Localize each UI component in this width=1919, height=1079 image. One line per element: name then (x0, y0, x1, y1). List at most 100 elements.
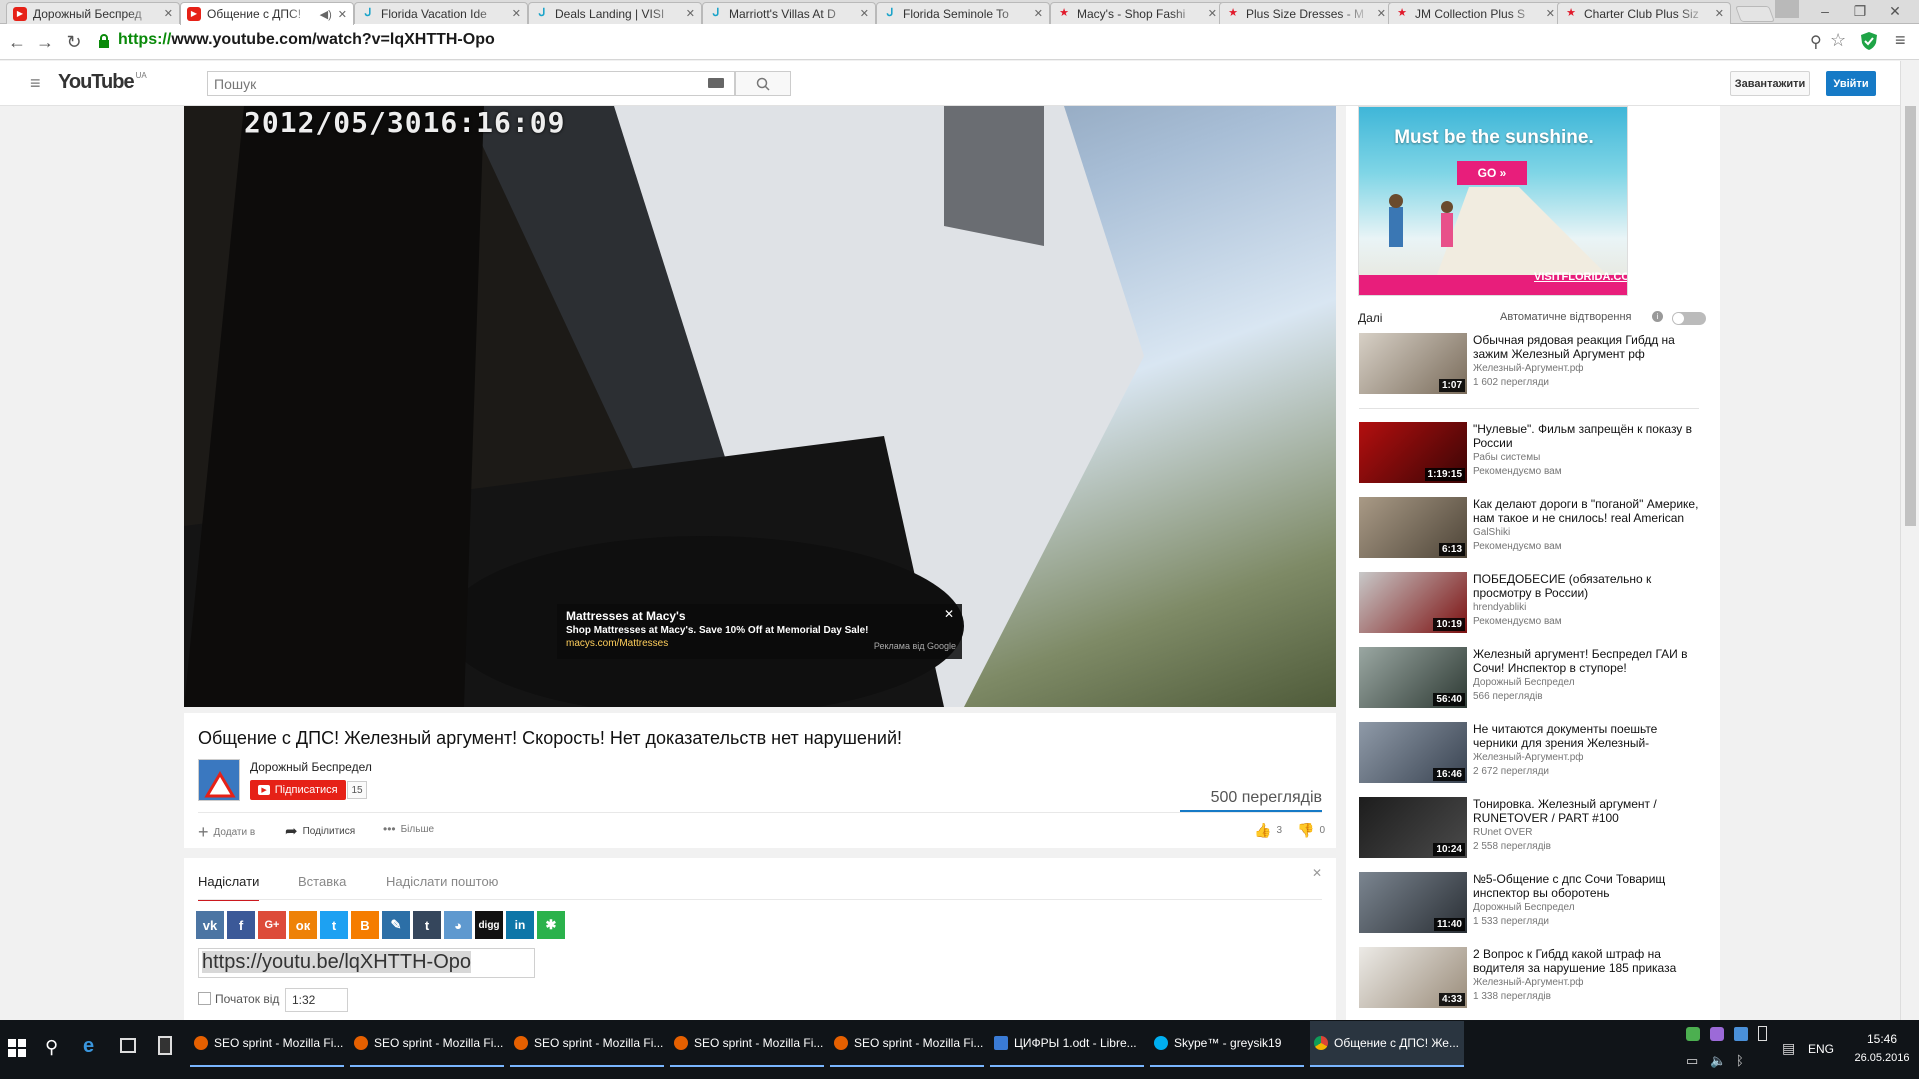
back-icon[interactable]: ← (5, 30, 29, 54)
video-thumbnail[interactable]: 6:13 (1359, 497, 1467, 558)
browser-tab[interactable]: ᒍ Deals Landing | VISI ✕ (528, 2, 702, 24)
guide-menu-icon[interactable]: ≡ (30, 73, 41, 94)
tab-email[interactable]: Надіслати поштою (386, 874, 498, 889)
rec-title[interactable]: "Нулевые". Фильм запрещён к показу в Рос… (1473, 422, 1703, 450)
rec-title[interactable]: Не читаются документы поешьте черники дл… (1473, 722, 1703, 750)
close-tab-icon[interactable]: ✕ (1377, 7, 1386, 20)
taskbar-item[interactable]: ЦИФРЫ 1.odt - Libre... (990, 1021, 1144, 1067)
recommended-video[interactable]: 6:13 Как делают дороги в "поганой" Амери… (1359, 497, 1699, 563)
close-window-icon[interactable]: ✕ (1880, 0, 1910, 22)
close-ad-icon[interactable]: ✕ (944, 607, 954, 621)
tray-app-icon[interactable] (1710, 1027, 1724, 1041)
minimize-icon[interactable]: – (1810, 0, 1840, 22)
tray-app-icon[interactable] (1686, 1027, 1700, 1041)
browser-tab[interactable]: ᒍ Florida Seminole To ✕ (876, 2, 1050, 24)
search-button[interactable] (735, 71, 791, 96)
ad-title[interactable]: Mattresses at Macy's (566, 609, 953, 623)
browser-tab[interactable]: ᒍ Florida Vacation Ide ✕ (354, 2, 528, 24)
close-tab-icon[interactable]: ✕ (1208, 7, 1217, 20)
odnoklassniki-icon[interactable]: ок (289, 911, 317, 939)
network-icon[interactable]: ▭ (1686, 1053, 1698, 1069)
bookmark-star-icon[interactable]: ☆ (1830, 30, 1846, 51)
browser-tab[interactable]: ▶ Дорожный Беспред ✕ (6, 2, 180, 24)
recommended-video[interactable]: 16:46 Не читаются документы поешьте черн… (1359, 722, 1699, 788)
url-field[interactable]: https://www.youtube.com/watch?v=lqXHTTH-… (118, 31, 495, 49)
overlay-ad[interactable]: Mattresses at Macy's Shop Mattresses at … (557, 604, 962, 659)
taskbar-item[interactable]: SEO sprint - Mozilla Fi... (830, 1021, 984, 1067)
speaker-icon[interactable]: ◀) (320, 8, 332, 21)
youtube-logo[interactable]: YouTube UA (58, 71, 147, 94)
linkedin-icon[interactable]: in (506, 911, 534, 939)
tumblr-icon[interactable]: t (413, 911, 441, 939)
recommended-video[interactable]: 4:33 2 Вопрос к Гибдд какой штраф на вод… (1359, 947, 1699, 1013)
edge-icon[interactable]: e (83, 1035, 94, 1058)
taskbar-item[interactable]: SEO sprint - Mozilla Fi... (350, 1021, 504, 1067)
usb-icon[interactable] (1758, 1026, 1767, 1041)
close-tab-icon[interactable]: ✕ (1546, 7, 1555, 20)
twitter-icon[interactable]: t (320, 911, 348, 939)
restore-icon[interactable]: ❐ (1845, 0, 1875, 22)
channel-name[interactable]: Дорожный Беспредел (250, 760, 372, 774)
taskbar-item[interactable]: SEO sprint - Mozilla Fi... (190, 1021, 344, 1067)
recommended-video[interactable]: 56:40 Железный аргумент! Беспредел ГАИ в… (1359, 647, 1699, 713)
browser-tab[interactable]: ★ Plus Size Dresses - M ✕ (1219, 2, 1393, 24)
browser-tab-active[interactable]: ▶ Общение с ДПС! ◀) ✕ (180, 2, 354, 25)
digg-icon[interactable]: digg (475, 911, 503, 939)
info-icon[interactable]: i (1652, 311, 1663, 322)
recommended-video[interactable]: 10:19 ПОБЕДОБЕСИЕ (обязательно к просмот… (1359, 572, 1699, 638)
sign-in-button[interactable]: Увійти (1826, 71, 1876, 96)
start-time-checkbox[interactable] (198, 992, 211, 1005)
tab-share[interactable]: Надіслати (198, 874, 260, 901)
banner-go-button[interactable]: GO » (1457, 161, 1527, 185)
volume-icon[interactable]: 🔈 (1710, 1053, 1726, 1069)
page-scrollbar[interactable] (1900, 61, 1919, 1020)
clock-time[interactable]: 15:46 (1852, 1032, 1912, 1046)
dislike-button[interactable]: 👎 0 (1297, 822, 1325, 839)
video-thumbnail[interactable]: 10:24 (1359, 797, 1467, 858)
reload-icon[interactable]: ↻ (62, 30, 86, 54)
calculator-icon[interactable] (158, 1036, 172, 1055)
close-tab-icon[interactable]: ✕ (860, 7, 869, 20)
forward-icon[interactable]: → (33, 30, 57, 54)
profile-icon[interactable] (1775, 0, 1799, 18)
close-tab-icon[interactable]: ✕ (164, 7, 173, 20)
video-thumbnail[interactable]: 1:19:15 (1359, 422, 1467, 483)
close-share-icon[interactable]: ✕ (1312, 866, 1322, 880)
recommended-video[interactable]: 1:19:15 "Нулевые". Фильм запрещён к пока… (1359, 422, 1699, 488)
video-thumbnail[interactable]: 16:46 (1359, 722, 1467, 783)
video-thumbnail[interactable]: 11:40 (1359, 872, 1467, 933)
blogger-icon[interactable]: B (351, 911, 379, 939)
channel-avatar[interactable] (198, 759, 240, 801)
bluetooth-icon[interactable]: ᛒ (1736, 1053, 1744, 1068)
facebook-icon[interactable]: f (227, 911, 255, 939)
clock-date[interactable]: 26.05.2016 (1847, 1052, 1917, 1064)
close-tab-icon[interactable]: ✕ (512, 7, 521, 20)
autoplay-toggle[interactable] (1672, 312, 1706, 325)
shield-extension-icon[interactable] (1860, 31, 1878, 51)
menu-icon[interactable]: ≡ (1895, 30, 1906, 51)
zoom-icon[interactable]: ⚲ (1810, 32, 1822, 52)
rec-title[interactable]: №5-Общение с дпс Сочи Товарищ инспектор … (1473, 872, 1703, 900)
taskbar-item[interactable]: Skype™ - greysik19 (1150, 1021, 1304, 1067)
taskbar-item[interactable]: SEO sprint - Mozilla Fi... (670, 1021, 824, 1067)
browser-tab[interactable]: ★ Macy's - Shop Fashi ✕ (1050, 2, 1224, 24)
recommended-video[interactable]: 1:07 Обычная рядовая реакция Гибдд на за… (1359, 333, 1699, 399)
close-tab-icon[interactable]: ✕ (338, 8, 347, 21)
language-indicator[interactable]: ENG (1808, 1042, 1834, 1056)
google-plus-icon[interactable]: G+ (258, 911, 286, 939)
recommended-video[interactable]: 10:24 Тонировка. Железный аргумент / RUN… (1359, 797, 1699, 863)
close-tab-icon[interactable]: ✕ (1715, 7, 1724, 20)
banner-ad[interactable]: Must be the sunshine. GO » VISITFLORIDA.… (1358, 106, 1628, 296)
browser-tab[interactable]: ★ JM Collection Plus S ✕ (1388, 2, 1562, 24)
taskbar-item-active[interactable]: Общение с ДПС! Же... (1310, 1021, 1464, 1067)
close-tab-icon[interactable]: ✕ (686, 7, 695, 20)
keyboard-icon[interactable] (708, 78, 724, 88)
video-thumbnail[interactable]: 56:40 (1359, 647, 1467, 708)
add-to-button[interactable]: + Додати в (198, 822, 255, 843)
browser-tab[interactable]: ᒍ Marriott's Villas At D ✕ (702, 2, 876, 24)
browser-tab[interactable]: ★ Charter Club Plus Siz ✕ (1557, 2, 1731, 24)
search-icon[interactable]: ⚲ (45, 1037, 58, 1058)
recommended-video[interactable]: 11:40 №5-Общение с дпс Сочи Товарищ инсп… (1359, 872, 1699, 938)
more-button[interactable]: ••• Більше (383, 822, 434, 836)
action-center-icon[interactable]: ▤ (1782, 1040, 1795, 1057)
